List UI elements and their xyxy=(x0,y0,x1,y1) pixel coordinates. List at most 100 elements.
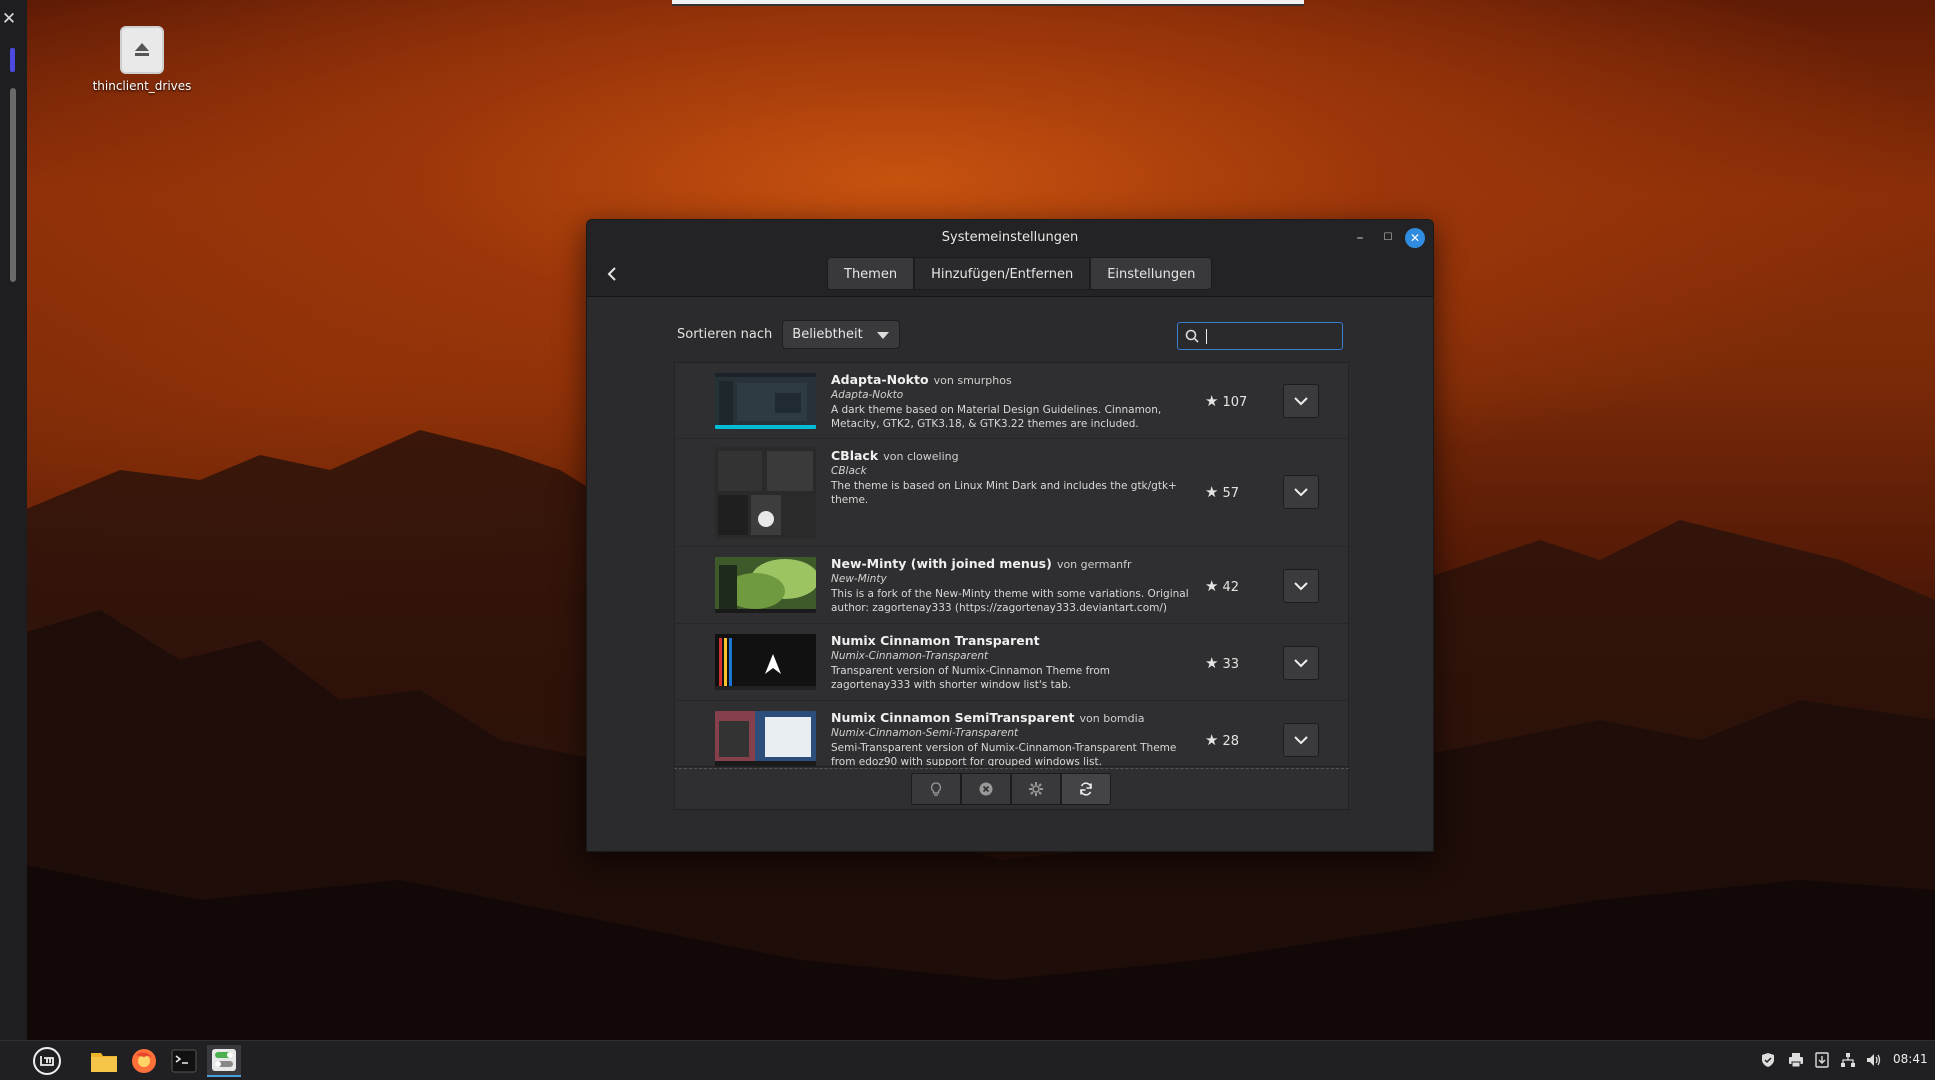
info-button[interactable] xyxy=(911,773,961,805)
close-icon[interactable]: ✕ xyxy=(0,8,18,30)
terminal-icon xyxy=(171,1049,197,1073)
expand-button[interactable] xyxy=(1283,475,1319,509)
uninstall-button[interactable] xyxy=(961,773,1011,805)
theme-subtitle: New-Minty xyxy=(831,573,887,585)
remove-circle-icon xyxy=(979,782,993,796)
list-item[interactable]: Numix Cinnamon Transparent Numix-Cinnamo… xyxy=(675,624,1348,701)
maximize-button[interactable]: ☐ xyxy=(1377,227,1399,249)
list-item[interactable]: Adapta-Nokto von smurphos Adapta-Nokto A… xyxy=(675,363,1348,439)
volume-icon[interactable] xyxy=(1863,1049,1885,1071)
expand-button[interactable] xyxy=(1283,646,1319,680)
list-item[interactable]: New-Minty (with joined menus) von german… xyxy=(675,547,1348,624)
firefox-icon xyxy=(132,1049,156,1073)
theme-name: Numix Cinnamon SemiTransparent xyxy=(831,710,1075,725)
chevron-down-icon xyxy=(1294,488,1308,497)
list-item[interactable]: CBlack von cloweling CBlack The theme is… xyxy=(675,439,1348,547)
star-icon: ★ xyxy=(1205,577,1219,595)
folder-icon xyxy=(91,1053,117,1072)
chevron-down-icon xyxy=(1294,736,1308,745)
back-button[interactable] xyxy=(601,262,623,286)
theme-description: A dark theme based on Material Design Gu… xyxy=(831,404,1162,430)
list-toolbar xyxy=(674,768,1349,810)
text-caret xyxy=(1206,329,1207,344)
tab-bar: Themen Hinzufügen/Entfernen Einstellunge… xyxy=(827,257,1213,290)
theme-name: CBlack xyxy=(831,448,879,463)
network-icon[interactable] xyxy=(1837,1049,1859,1071)
theme-list[interactable]: Adapta-Nokto von smurphos Adapta-Nokto A… xyxy=(674,362,1349,767)
theme-description: This is a fork of the New-Minty theme wi… xyxy=(831,588,1189,614)
theme-rating: ★ 107 xyxy=(1205,392,1265,410)
theme-description: Semi-Transparent version of Numix-Cinnam… xyxy=(831,742,1177,767)
theme-thumbnail xyxy=(715,557,816,613)
expand-button[interactable] xyxy=(1283,384,1319,418)
theme-score: 107 xyxy=(1222,395,1248,410)
theme-thumbnail xyxy=(715,447,816,539)
terminal-launcher[interactable] xyxy=(167,1045,201,1077)
window-title: Systemeinstellungen xyxy=(941,230,1079,245)
gear-icon xyxy=(1029,782,1043,796)
firefox-launcher[interactable] xyxy=(127,1045,161,1077)
menu-button[interactable] xyxy=(30,1045,64,1077)
chevron-left-icon xyxy=(607,267,616,281)
close-button[interactable]: ✕ xyxy=(1405,228,1425,248)
theme-author: von germanfr xyxy=(1056,558,1132,571)
left-dock: ✕ xyxy=(0,0,27,1040)
theme-author: von cloweling xyxy=(883,450,959,463)
printer-icon[interactable] xyxy=(1785,1049,1807,1071)
theme-rating: ★ 28 xyxy=(1205,731,1265,749)
minimize-button[interactable]: – xyxy=(1349,227,1371,249)
sort-dropdown[interactable]: Beliebtheit xyxy=(782,320,901,349)
theme-description: The theme is based on Linux Mint Dark an… xyxy=(831,480,1177,506)
star-icon: ★ xyxy=(1205,654,1219,672)
tab-hinzufuegen-entfernen[interactable]: Hinzufügen/Entfernen xyxy=(914,257,1091,290)
search-input[interactable] xyxy=(1204,326,1338,346)
scrollbar[interactable] xyxy=(10,88,16,282)
tab-themen[interactable]: Themen xyxy=(827,257,915,290)
theme-info: New-Minty (with joined menus) von german… xyxy=(831,553,1191,615)
chevron-down-icon xyxy=(1294,659,1308,668)
theme-thumbnail xyxy=(715,711,816,766)
theme-info: Adapta-Nokto von smurphos Adapta-Nokto A… xyxy=(831,369,1191,431)
refresh-button[interactable] xyxy=(1061,773,1111,805)
theme-author: von bomdia xyxy=(1079,712,1145,725)
lightbulb-icon xyxy=(930,782,942,796)
settings-launcher[interactable] xyxy=(207,1045,241,1077)
theme-info: Numix Cinnamon SemiTransparent von bomdi… xyxy=(831,707,1191,767)
settings-toggle-icon xyxy=(212,1049,236,1071)
theme-thumbnail xyxy=(715,373,816,429)
theme-score: 57 xyxy=(1222,486,1239,501)
theme-subtitle: CBlack xyxy=(831,465,867,477)
configure-button[interactable] xyxy=(1011,773,1061,805)
theme-score: 33 xyxy=(1222,657,1239,672)
sort-row: Sortieren nach Beliebtheit xyxy=(677,320,901,349)
dropdown-arrow-icon xyxy=(877,332,890,339)
files-launcher[interactable] xyxy=(87,1045,121,1077)
system-settings-window: Systemeinstellungen – ☐ ✕ Themen Hinzufü… xyxy=(586,219,1434,852)
list-item[interactable]: Numix Cinnamon SemiTransparent von bomdi… xyxy=(675,701,1348,767)
theme-author: von smurphos xyxy=(933,374,1012,387)
mint-logo-icon xyxy=(33,1047,61,1075)
workspace-indicator[interactable] xyxy=(10,48,15,72)
theme-subtitle: Numix-Cinnamon-Transparent xyxy=(831,650,989,662)
theme-name: New-Minty (with joined menus) xyxy=(831,556,1052,571)
theme-subtitle: Numix-Cinnamon-Semi-Transparent xyxy=(831,727,1019,739)
star-icon: ★ xyxy=(1205,731,1219,749)
tab-einstellungen[interactable]: Einstellungen xyxy=(1090,257,1213,290)
theme-score: 42 xyxy=(1222,580,1239,595)
shield-icon[interactable] xyxy=(1757,1049,1779,1071)
update-manager-icon[interactable] xyxy=(1811,1049,1833,1071)
desktop-icon-thinclient-drives[interactable]: thinclient_drives xyxy=(86,26,198,93)
theme-thumbnail xyxy=(715,634,816,690)
theme-info: CBlack von cloweling CBlack The theme is… xyxy=(831,445,1191,507)
clock[interactable]: 08:41 xyxy=(1893,1052,1928,1066)
top-panel-edge xyxy=(672,0,1304,6)
search-field[interactable] xyxy=(1177,322,1343,350)
titlebar: Systemeinstellungen – ☐ ✕ Themen Hinzufü… xyxy=(587,220,1433,297)
expand-button[interactable] xyxy=(1283,569,1319,603)
theme-name: Numix Cinnamon Transparent xyxy=(831,633,1040,648)
theme-subtitle: Adapta-Nokto xyxy=(831,389,904,401)
chevron-down-icon xyxy=(1294,582,1308,591)
search-icon xyxy=(1185,329,1199,343)
expand-button[interactable] xyxy=(1283,723,1319,757)
star-icon: ★ xyxy=(1205,483,1219,501)
